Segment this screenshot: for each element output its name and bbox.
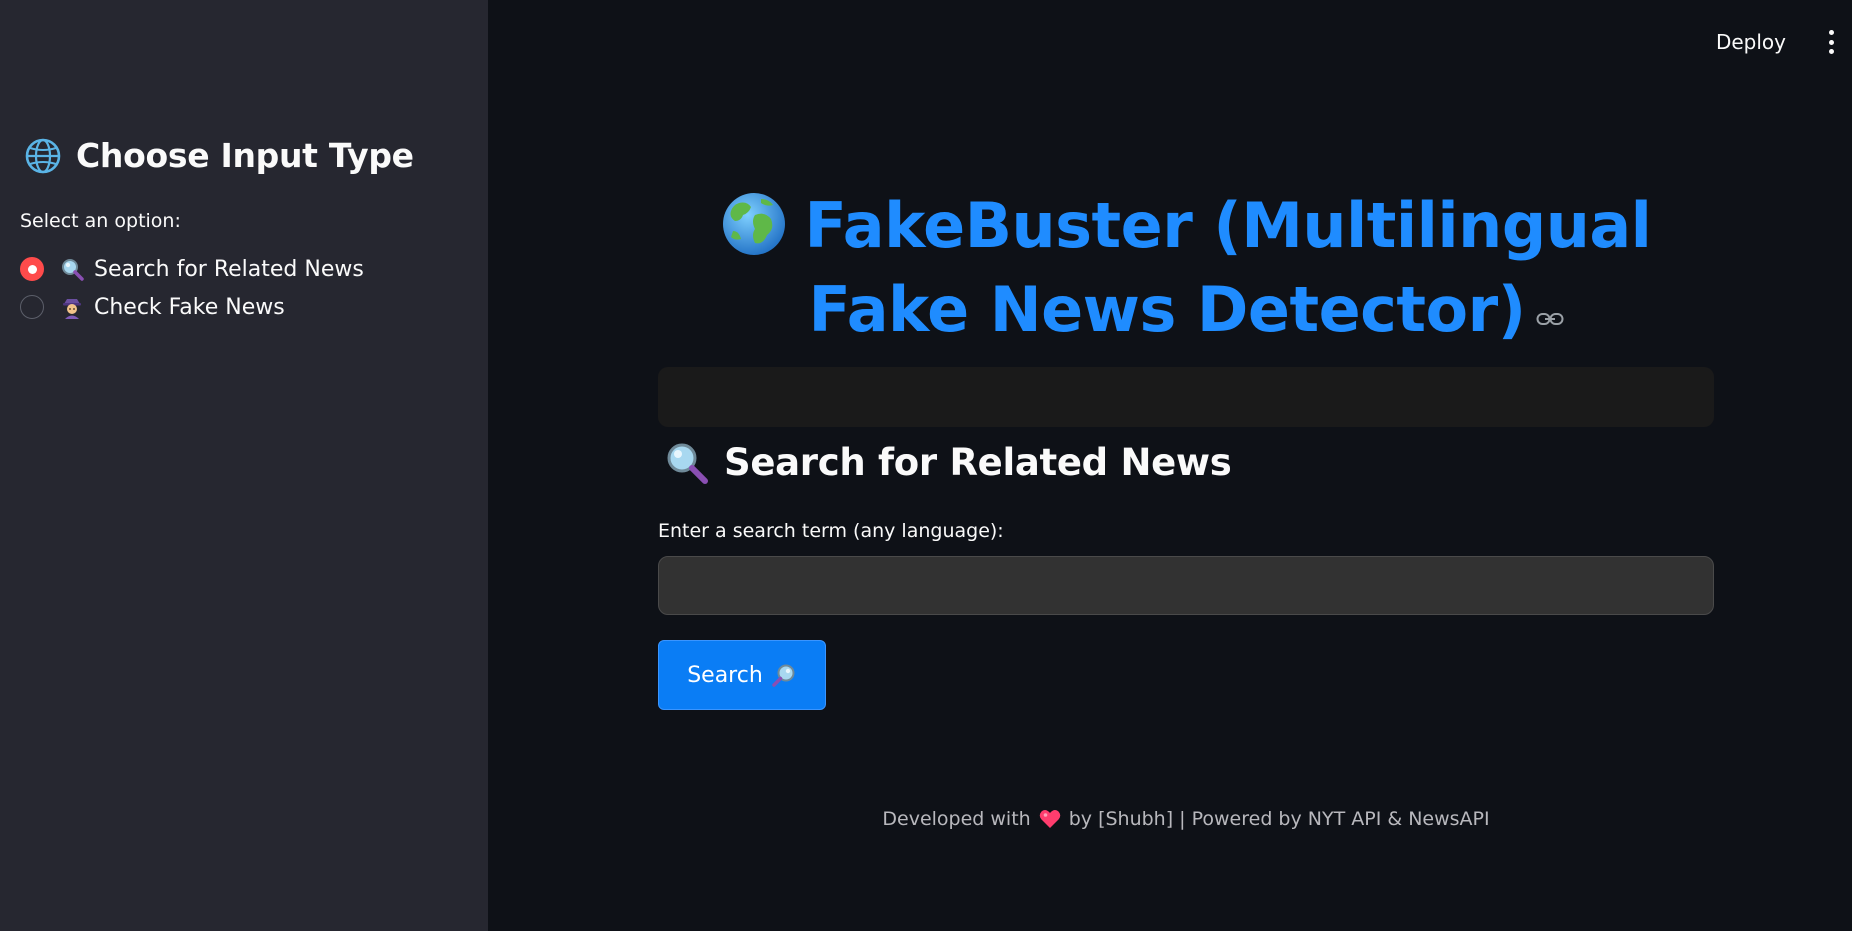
search-button-label: Search [687,662,763,688]
detective-icon [60,295,84,319]
footer: Developed with by [Shubh] | Powered by N… [658,808,1714,830]
footer-prefix: Developed with [882,808,1031,830]
sidebar: Choose Input Type Select an option: Sear… [0,0,488,931]
vertical-ellipsis-icon[interactable] [1826,28,1836,56]
anchor-link-icon[interactable] [1536,266,1564,325]
app-root: Choose Input Type Select an option: Sear… [0,0,1852,931]
section-title: Search for Related News [724,440,1232,484]
footer-suffix: by [Shubh] | Powered by NYT API & NewsAP… [1068,808,1490,830]
search-button[interactable]: Search [658,640,826,710]
radio-label: Search for Related News [94,256,364,282]
search-input-label: Enter a search term (any language): [658,520,1004,542]
magnifier-icon [60,257,84,281]
radio-button-unselected[interactable] [20,295,44,319]
page-title-text: FakeBuster (Multilingual Fake News Detec… [804,189,1652,346]
magnifier-right-icon [771,662,797,688]
info-banner [658,367,1714,427]
radio-option-search-related-news[interactable]: Search for Related News [20,250,364,288]
heart-icon [1039,809,1061,829]
magnifier-icon [664,440,708,484]
input-type-radio-group: Search for Related News Check Fake News [20,250,364,326]
sidebar-title: Choose Input Type [76,136,414,175]
page-title: FakeBuster (Multilingual Fake News Detec… [658,186,1714,350]
sidebar-header: Choose Input Type [24,136,414,175]
radio-option-check-fake-news[interactable]: Check Fake News [20,288,364,326]
search-input[interactable] [658,556,1714,615]
deploy-button[interactable]: Deploy [1710,26,1792,58]
radio-button-selected[interactable] [20,257,44,281]
select-option-label: Select an option: [20,210,181,232]
earth-globe-icon [721,191,787,257]
globe-meridian-icon [24,137,62,175]
section-header: Search for Related News [664,440,1232,484]
radio-label: Check Fake News [94,294,285,320]
